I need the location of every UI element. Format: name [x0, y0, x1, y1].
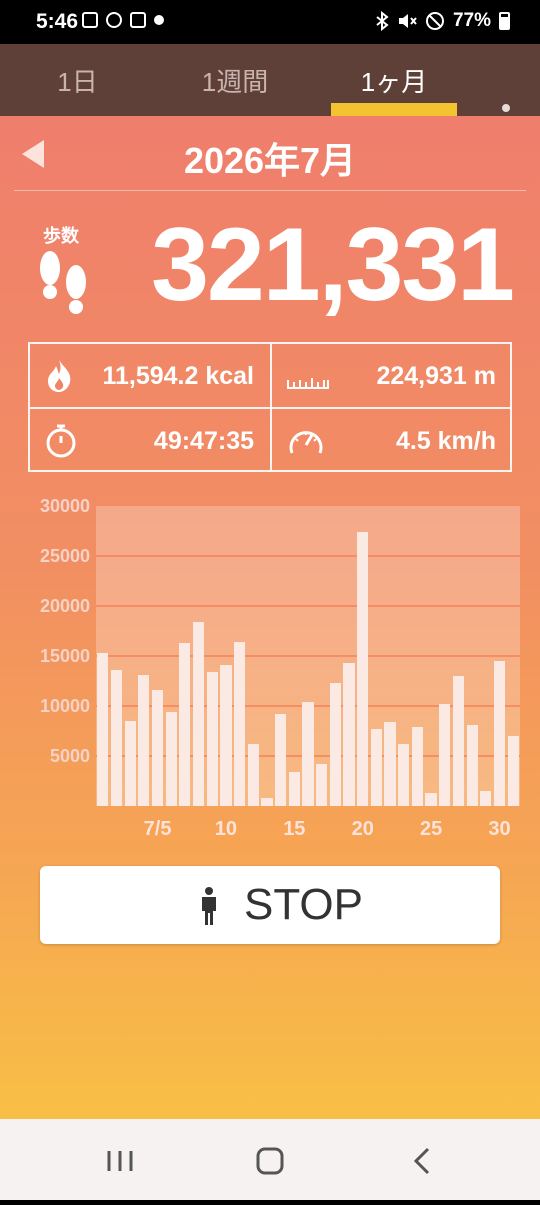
bluetooth-icon — [376, 11, 389, 31]
chart-bar-day-1 — [97, 653, 109, 806]
status-time: 5:46 — [36, 10, 79, 33]
status-left-icons — [82, 12, 164, 28]
data-saver-icon — [130, 12, 146, 28]
chart-bar-day-31 — [507, 736, 519, 806]
chart-bar-day-9 — [206, 672, 218, 806]
time-cell: 49:47:35 — [30, 409, 270, 472]
chart-bar-day-20 — [357, 532, 369, 806]
chart-bar-day-12 — [247, 744, 259, 806]
chart-bar-day-18 — [329, 683, 341, 806]
recent-apps-icon — [107, 1151, 133, 1171]
person-icon — [202, 887, 216, 925]
chart-bar-day-5 — [151, 690, 164, 806]
chart-bar-day-25 — [425, 793, 437, 806]
gallery-icon — [82, 12, 98, 28]
chart-bar-day-28 — [466, 725, 478, 806]
stopwatch-icon — [46, 424, 76, 458]
y-tick-label: 20000 — [39, 596, 90, 616]
chart-bar-day-3 — [124, 721, 136, 806]
chart-bar-day-11 — [234, 642, 246, 806]
tab-day[interactable]: 1日 — [20, 44, 135, 116]
chart-gridline — [96, 605, 520, 607]
recent-apps-button[interactable] — [80, 1119, 160, 1200]
ruler-icon — [287, 378, 329, 389]
battery-percent: 77% — [452, 10, 491, 31]
x-tick-label: 10 — [214, 818, 238, 840]
calories-cell: 11,594.2 kcal — [30, 344, 270, 407]
chart-bar-day-19 — [343, 663, 355, 806]
chart-bar-day-15 — [288, 772, 300, 806]
chart-bar-day-10 — [220, 665, 232, 806]
speed-value: 4.5 km/h — [395, 427, 496, 455]
status-right-icons: 77% — [375, 10, 510, 32]
total-steps-value: 321,331 — [151, 207, 515, 323]
chart-bar-day-16 — [302, 702, 314, 806]
chart-bar-day-7 — [179, 643, 191, 806]
stop-button[interactable]: STOP — [40, 866, 500, 944]
back-button[interactable] — [382, 1119, 462, 1200]
y-tick-label: 25000 — [39, 546, 90, 566]
dnd-icon — [425, 12, 444, 30]
x-tick-label: 15 — [283, 818, 306, 840]
chart-bar-day-23 — [398, 744, 410, 806]
calories-value: 11,594.2 kcal — [102, 362, 254, 390]
back-icon — [413, 1147, 430, 1175]
y-tick-label: 15000 — [39, 646, 90, 666]
main-content: 2026年7月 歩数 321,331 11,594.2 kcal 224,931… — [0, 116, 540, 1119]
chart-bar-day-24 — [411, 727, 423, 806]
system-navigation-bar — [0, 1119, 540, 1200]
x-tick-label: 20 — [351, 818, 374, 840]
x-tick-label: 25 — [419, 818, 443, 840]
chart-bar-day-6 — [165, 712, 177, 806]
chart-bar-day-21 — [370, 729, 382, 806]
tab-week[interactable]: 1週間 — [165, 44, 305, 116]
chart-bar-day-30 — [493, 661, 506, 806]
stats-grid: 11,594.2 kcal 224,931 m 49:47:35 4.5 km/… — [28, 342, 512, 472]
chart-bar-day-13 — [261, 798, 273, 806]
speed-cell: 4.5 km/h — [272, 409, 512, 472]
steps-label: 歩数 — [43, 226, 79, 246]
status-bar: 5:46 77% — [0, 0, 540, 44]
chart-bar-day-14 — [275, 714, 287, 806]
active-tab-indicator — [331, 103, 457, 116]
percent-icon — [106, 12, 122, 28]
y-tick-label: 10000 — [39, 696, 90, 716]
chart-bar-day-29 — [480, 791, 492, 806]
flame-icon — [48, 360, 71, 392]
footprints-icon — [40, 251, 86, 314]
distance-cell: 224,931 m — [272, 344, 512, 407]
chart-bar-day-22 — [384, 722, 396, 806]
period-tab-bar: 1日 1週間 1ヶ月 — [0, 44, 540, 146]
chart-gridline — [96, 555, 520, 557]
battery-icon — [499, 12, 510, 30]
chart-bar-day-26 — [439, 704, 451, 806]
chart-bar-day-17 — [316, 764, 328, 806]
x-tick-label: 7/5 — [143, 818, 172, 840]
mute-icon — [398, 14, 417, 28]
chart-bar-day-2 — [110, 670, 123, 806]
home-button[interactable] — [230, 1119, 310, 1200]
monthly-steps-chart: 5000 10000 15000 20000 25000 30000 7/5 10 15 20 25… — [20, 496, 520, 840]
chart-bar-day-8 — [192, 622, 205, 806]
x-tick-label: 30 — [488, 818, 511, 840]
dot-icon — [154, 15, 164, 25]
home-icon — [256, 1147, 284, 1175]
month-title: 2026年7月 — [183, 140, 357, 181]
y-tick-label: 5000 — [49, 746, 90, 766]
chart-bar-day-27 — [452, 676, 465, 806]
distance-value: 224,931 m — [376, 362, 496, 390]
speedometer-icon — [289, 431, 323, 454]
stop-button-label: STOP — [244, 880, 364, 929]
chart-bar-day-4 — [138, 675, 150, 806]
chart-gridline — [96, 655, 520, 657]
y-tick-label: 30000 — [39, 496, 90, 516]
time-value: 49:47:35 — [153, 427, 254, 455]
